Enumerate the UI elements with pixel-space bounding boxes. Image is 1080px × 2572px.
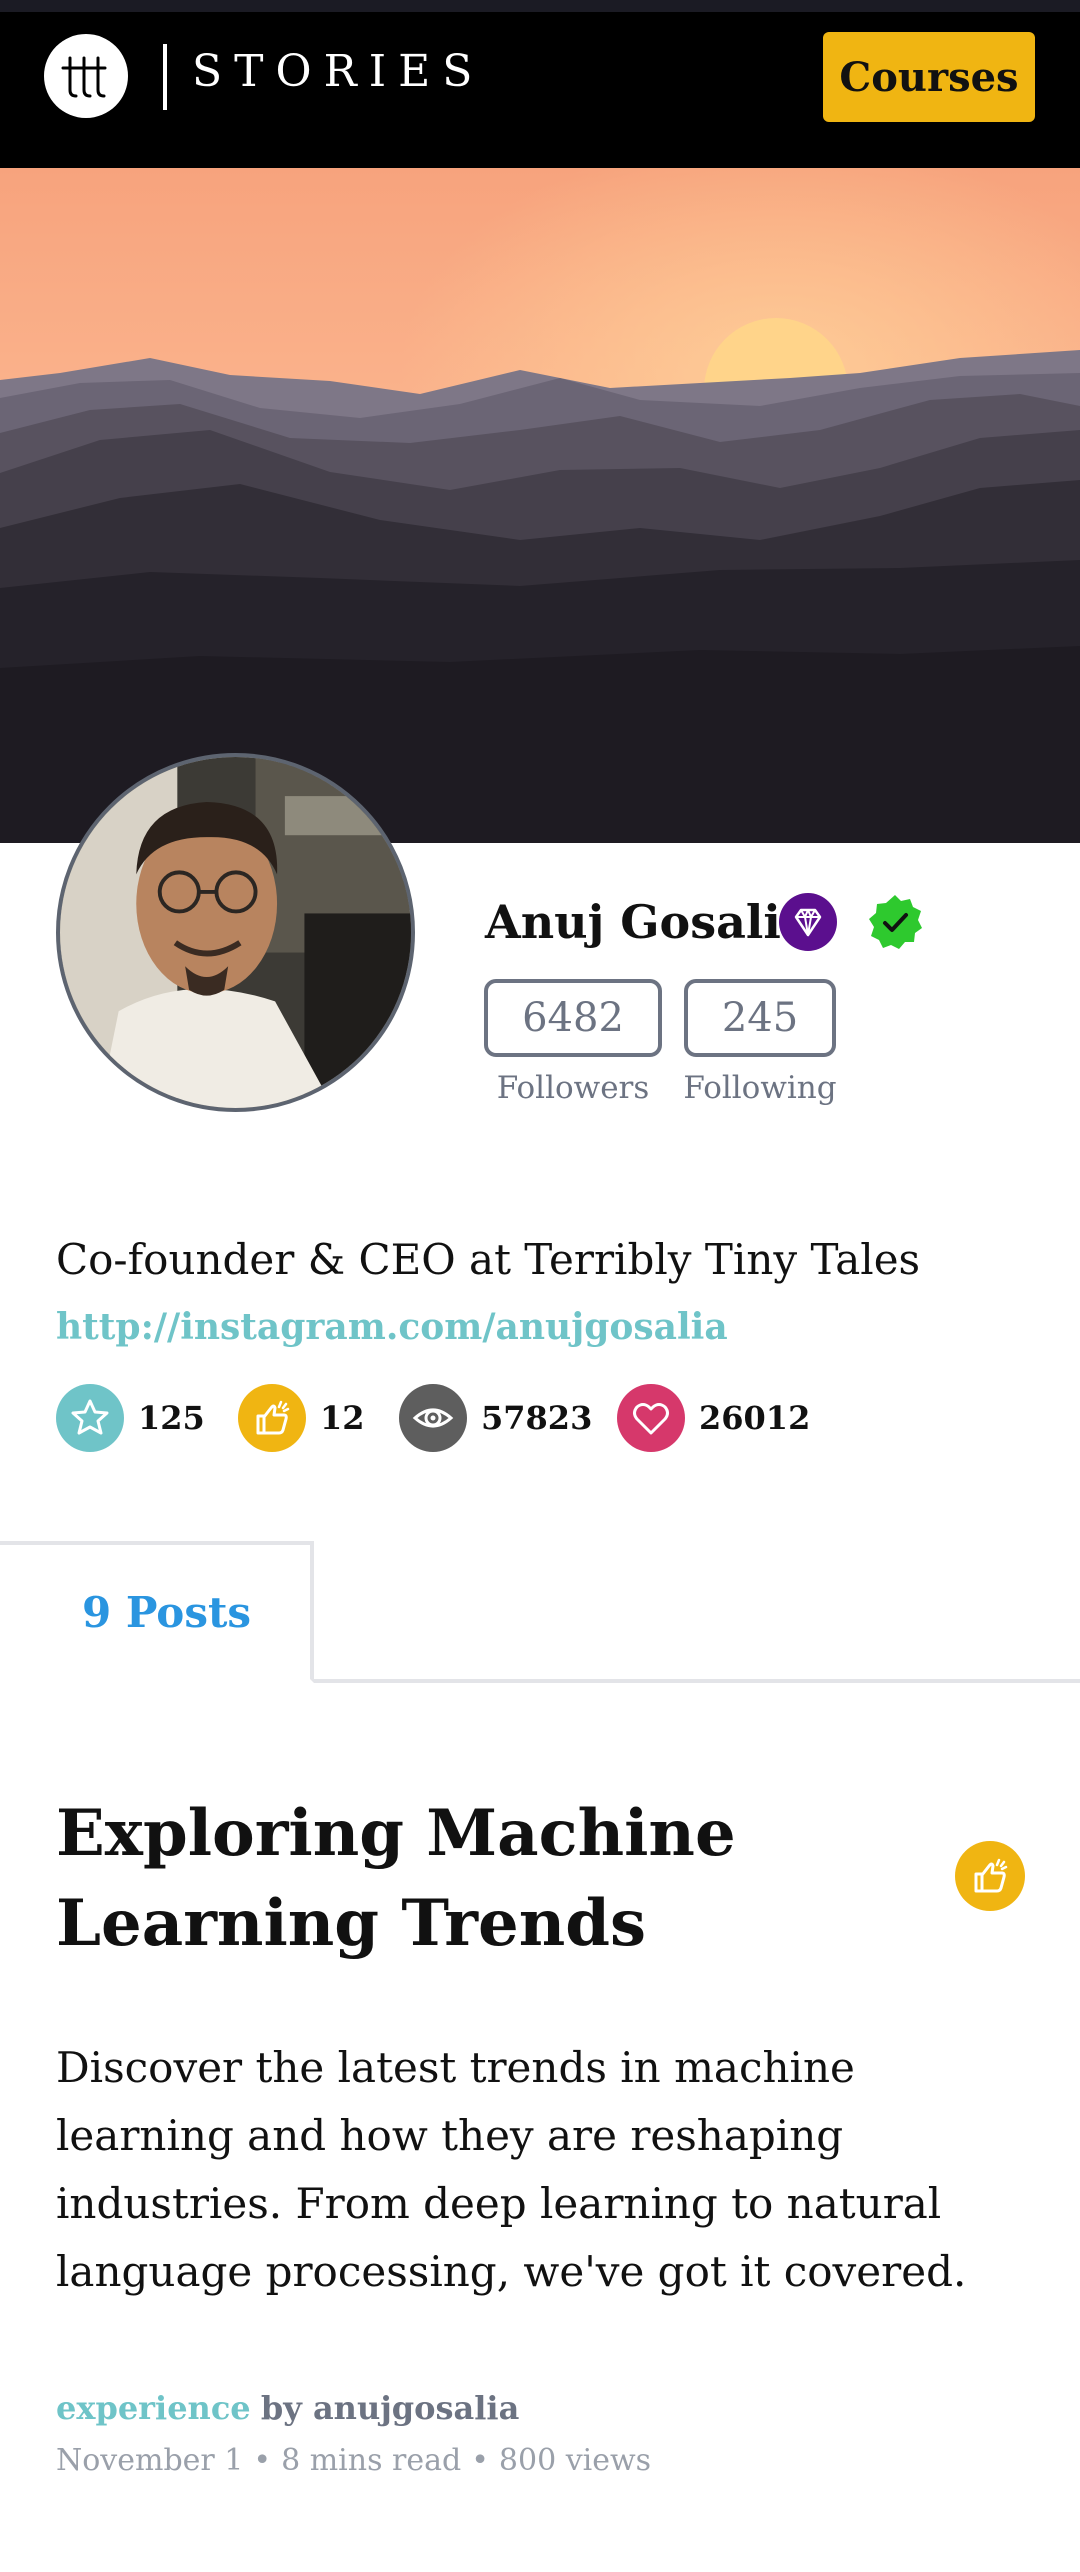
avatar[interactable] [56, 753, 415, 1112]
brand-title[interactable]: STORIES [192, 50, 484, 94]
stat-hearts-value: 26012 [699, 1399, 811, 1437]
thumbs-up-icon [974, 1858, 1008, 1893]
stat-views[interactable]: 57823 [399, 1383, 592, 1453]
top-navbar: STORIES Courses [0, 12, 1080, 168]
post-read-time: 8 mins read [281, 2443, 462, 2478]
post-like-button[interactable] [955, 1841, 1025, 1911]
stat-likes[interactable]: 12 [238, 1383, 365, 1453]
post-details: November 1 • 8 mins read • 800 views [56, 2438, 651, 2484]
eye-icon [399, 1384, 467, 1452]
post-date: November 1 [56, 2443, 244, 2478]
post-author[interactable]: by anujgosalia [261, 2389, 519, 2427]
profile-bio: Co-founder & CEO at Terribly Tiny Tales [56, 1235, 921, 1284]
followers-label: Followers [496, 1070, 650, 1106]
followers-count[interactable]: 6482 [484, 979, 662, 1057]
stat-likes-value: 12 [320, 1399, 365, 1437]
stat-stars[interactable]: 125 [56, 1383, 205, 1453]
separator-dot: • [253, 2443, 272, 2478]
thumbs-up-icon [238, 1384, 306, 1452]
ttt-logo-icon[interactable] [44, 34, 128, 118]
star-icon [56, 1384, 124, 1452]
verified-badge-icon [869, 895, 922, 949]
profile-name: Anuj Gosalia [485, 895, 811, 949]
cover-image [0, 168, 1080, 843]
status-strip [0, 0, 1080, 12]
courses-button[interactable]: Courses [823, 32, 1035, 122]
post-meta: experience by anujgosalia [56, 2384, 519, 2432]
following-count[interactable]: 245 [684, 979, 836, 1057]
diamond-badge-icon [779, 893, 837, 951]
stat-views-value: 57823 [481, 1399, 593, 1437]
stat-hearts[interactable]: 26012 [617, 1383, 810, 1453]
post-views: 800 views [498, 2443, 652, 2478]
post-title[interactable]: Exploring Machine Learning Trends [56, 1789, 936, 1969]
tab-posts-label[interactable]: 9 Posts [82, 1583, 251, 1643]
post-excerpt: Discover the latest trends in machine le… [56, 2043, 967, 2296]
separator-dot: • [471, 2443, 489, 2478]
heart-icon [617, 1384, 685, 1452]
brand-divider [163, 44, 167, 110]
post-tag-link[interactable]: experience [56, 2389, 251, 2427]
stat-stars-value: 125 [138, 1399, 205, 1437]
following-label: Following [683, 1070, 837, 1106]
profile-link[interactable]: http://instagram.com/anujgosalia [56, 1302, 728, 1352]
